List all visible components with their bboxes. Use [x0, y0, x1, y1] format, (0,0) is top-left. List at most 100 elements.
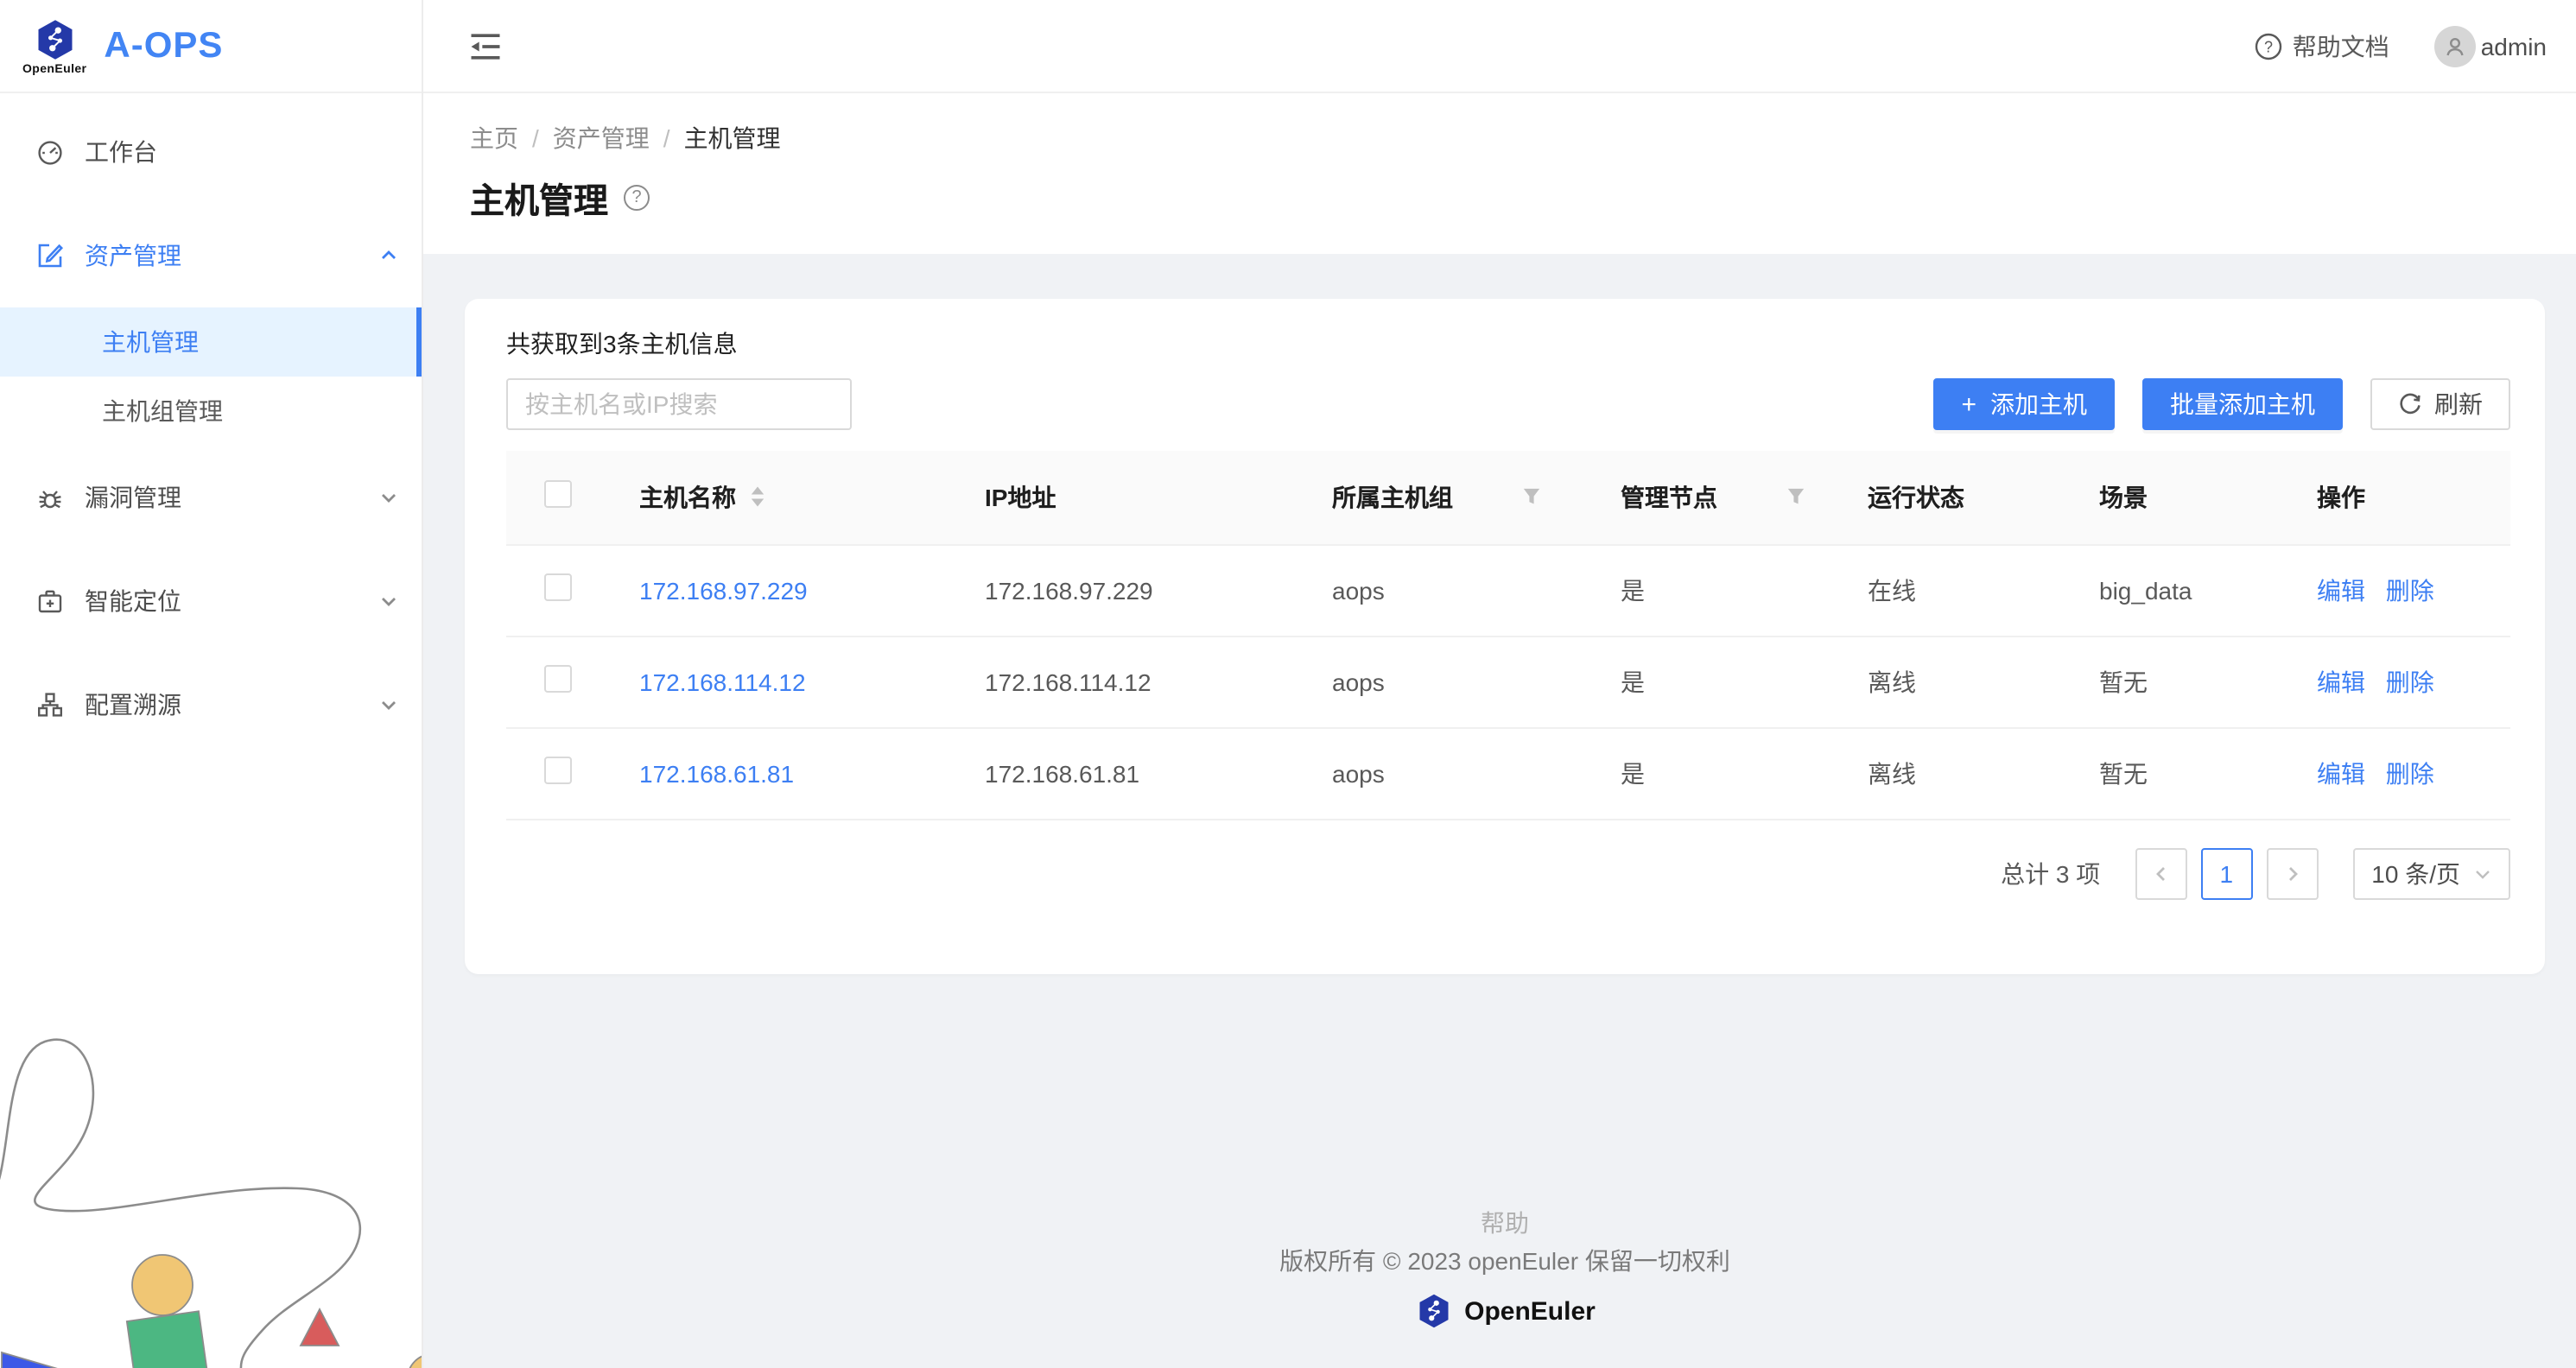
host-search-box [506, 378, 852, 430]
result-summary: 共获取到3条主机信息 [506, 326, 2510, 361]
page-help-icon[interactable]: ? [624, 185, 650, 211]
main-area: ? 帮助文档 admin 主页 / [423, 0, 2576, 1368]
sidebar-item-label: 漏洞管理 [85, 480, 380, 515]
sidebar-item-label: 智能定位 [85, 584, 380, 618]
menu-fold-icon[interactable] [466, 27, 504, 65]
chevron-down-icon [380, 696, 397, 713]
chevron-up-icon [380, 247, 397, 264]
run-status: 离线 [1868, 759, 1916, 787]
search-input[interactable] [525, 390, 838, 418]
edit-link[interactable]: 编辑 [2317, 576, 2365, 604]
sidebar-item-intelligent-location[interactable]: 智能定位 [0, 567, 422, 636]
top-header: ? 帮助文档 admin [423, 0, 2576, 93]
filter-funnel-icon[interactable] [1522, 488, 1541, 507]
edit-link[interactable]: 编辑 [2317, 668, 2365, 695]
host-name-link[interactable]: 172.168.114.12 [639, 668, 806, 695]
run-status: 在线 [1868, 576, 1916, 604]
breadcrumb-home[interactable]: 主页 [470, 121, 518, 155]
chevron-left-icon [2152, 864, 2169, 882]
openeuler-logo: OpenEuler [22, 16, 86, 75]
footer-help-link[interactable]: 帮助 [465, 1206, 2545, 1240]
sidebar-item-assets[interactable]: 资产管理 [0, 221, 422, 290]
host-table: 主机名称 IP地址 所属主机组 [506, 451, 2510, 820]
delete-link[interactable]: 删除 [2386, 576, 2434, 604]
column-run-status: 运行状态 [1868, 484, 1964, 511]
content-area: 共获取到3条主机信息 + 添加主机 [423, 254, 2576, 1368]
user-menu[interactable]: admin [2434, 25, 2547, 66]
app-logo[interactable]: OpenEuler A-OPS [0, 0, 422, 93]
table-row: 172.168.61.81 172.168.61.81 aops 是 离线 暂无… [506, 727, 2510, 819]
delete-link[interactable]: 删除 [2386, 668, 2434, 695]
breadcrumb-assets[interactable]: 资产管理 [553, 121, 650, 155]
management-node: 是 [1621, 576, 1645, 604]
breadcrumb-current: 主机管理 [684, 121, 781, 155]
blue-shape [2, 1352, 73, 1368]
host-ip: 172.168.61.81 [985, 759, 1139, 787]
sidebar-item-host-group-management[interactable]: 主机组管理 [0, 377, 422, 446]
green-square [127, 1311, 209, 1368]
management-node: 是 [1621, 759, 1645, 787]
chevron-down-icon [2474, 864, 2491, 882]
host-name-link[interactable]: 172.168.61.81 [639, 759, 794, 787]
breadcrumb-separator: / [532, 124, 539, 152]
column-host-name[interactable]: 主机名称 [639, 480, 736, 515]
scene: 暂无 [2099, 668, 2148, 695]
sidebar-item-workbench[interactable]: 工作台 [0, 117, 422, 187]
red-triangle [301, 1309, 339, 1346]
host-name-link[interactable]: 172.168.97.229 [639, 576, 808, 604]
help-doc-label: 帮助文档 [2293, 28, 2389, 63]
column-scene: 场景 [2099, 484, 2148, 511]
chevron-right-icon [2283, 864, 2300, 882]
sort-caret-icons[interactable] [750, 486, 765, 509]
column-actions: 操作 [2317, 484, 2365, 511]
row-checkbox[interactable] [544, 757, 572, 784]
pagination-total: 总计 3 项 [2001, 856, 2100, 890]
batch-add-label: 批量添加主机 [2170, 387, 2315, 421]
question-circle-icon: ? [2255, 32, 2282, 60]
edit-link[interactable]: 编辑 [2317, 759, 2365, 787]
page-size-select[interactable]: 10 条/页 [2352, 847, 2510, 899]
app-window: OpenEuler A-OPS 工作台 资产管理 [0, 0, 2576, 1368]
row-checkbox[interactable] [544, 573, 572, 601]
sidebar-item-config-trace[interactable]: 配置溯源 [0, 670, 422, 739]
footer-brand: OpenEuler [465, 1292, 2545, 1330]
toolbar-buttons: + 添加主机 批量添加主机 刷新 [1933, 378, 2510, 430]
refresh-label: 刷新 [2434, 387, 2483, 421]
host-group: aops [1332, 668, 1385, 695]
row-checkbox[interactable] [544, 665, 572, 693]
scene: 暂无 [2099, 759, 2148, 787]
user-avatar-icon [2434, 25, 2476, 66]
plus-icon: + [1961, 391, 1976, 417]
table-toolbar: + 添加主机 批量添加主机 刷新 [506, 378, 2510, 430]
add-host-button[interactable]: + 添加主机 [1933, 378, 2115, 430]
next-page-button[interactable] [2266, 847, 2318, 899]
management-node: 是 [1621, 668, 1645, 695]
host-ip: 172.168.114.12 [985, 668, 1152, 695]
medicine-box-icon [36, 587, 64, 615]
batch-add-host-button[interactable]: 批量添加主机 [2142, 378, 2343, 430]
prev-page-button[interactable] [2135, 847, 2186, 899]
sidebar-item-host-management[interactable]: 主机管理 [0, 307, 422, 377]
page-number-button[interactable]: 1 [2200, 847, 2252, 899]
delete-link[interactable]: 删除 [2386, 759, 2434, 787]
help-doc-link[interactable]: ? 帮助文档 [2255, 28, 2389, 63]
edit-square-icon [36, 242, 64, 269]
column-ip: IP地址 [985, 484, 1056, 511]
footer-brand-wordmark: OpenEuler [1464, 1296, 1596, 1326]
sidebar-item-label: 主机管理 [102, 325, 397, 359]
assets-submenu: 主机管理 主机组管理 [0, 307, 422, 446]
sidebar-illustration [0, 1005, 423, 1368]
openeuler-hexagon-icon [32, 16, 77, 61]
refresh-button[interactable]: 刷新 [2370, 378, 2510, 430]
sidebar: OpenEuler A-OPS 工作台 资产管理 [0, 0, 423, 1368]
openeuler-hexagon-icon [1414, 1292, 1452, 1330]
filter-funnel-icon[interactable] [1786, 488, 1805, 507]
host-group: aops [1332, 576, 1385, 604]
header-actions: ? 帮助文档 admin [2255, 25, 2547, 66]
column-host-group: 所属主机组 [1332, 480, 1453, 515]
select-all-checkbox[interactable] [544, 481, 572, 509]
chevron-down-icon [380, 489, 397, 506]
host-table-card: 共获取到3条主机信息 + 添加主机 [465, 299, 2545, 974]
sidebar-item-vulnerability[interactable]: 漏洞管理 [0, 463, 422, 532]
table-row: 172.168.97.229 172.168.97.229 aops 是 在线 … [506, 544, 2510, 636]
